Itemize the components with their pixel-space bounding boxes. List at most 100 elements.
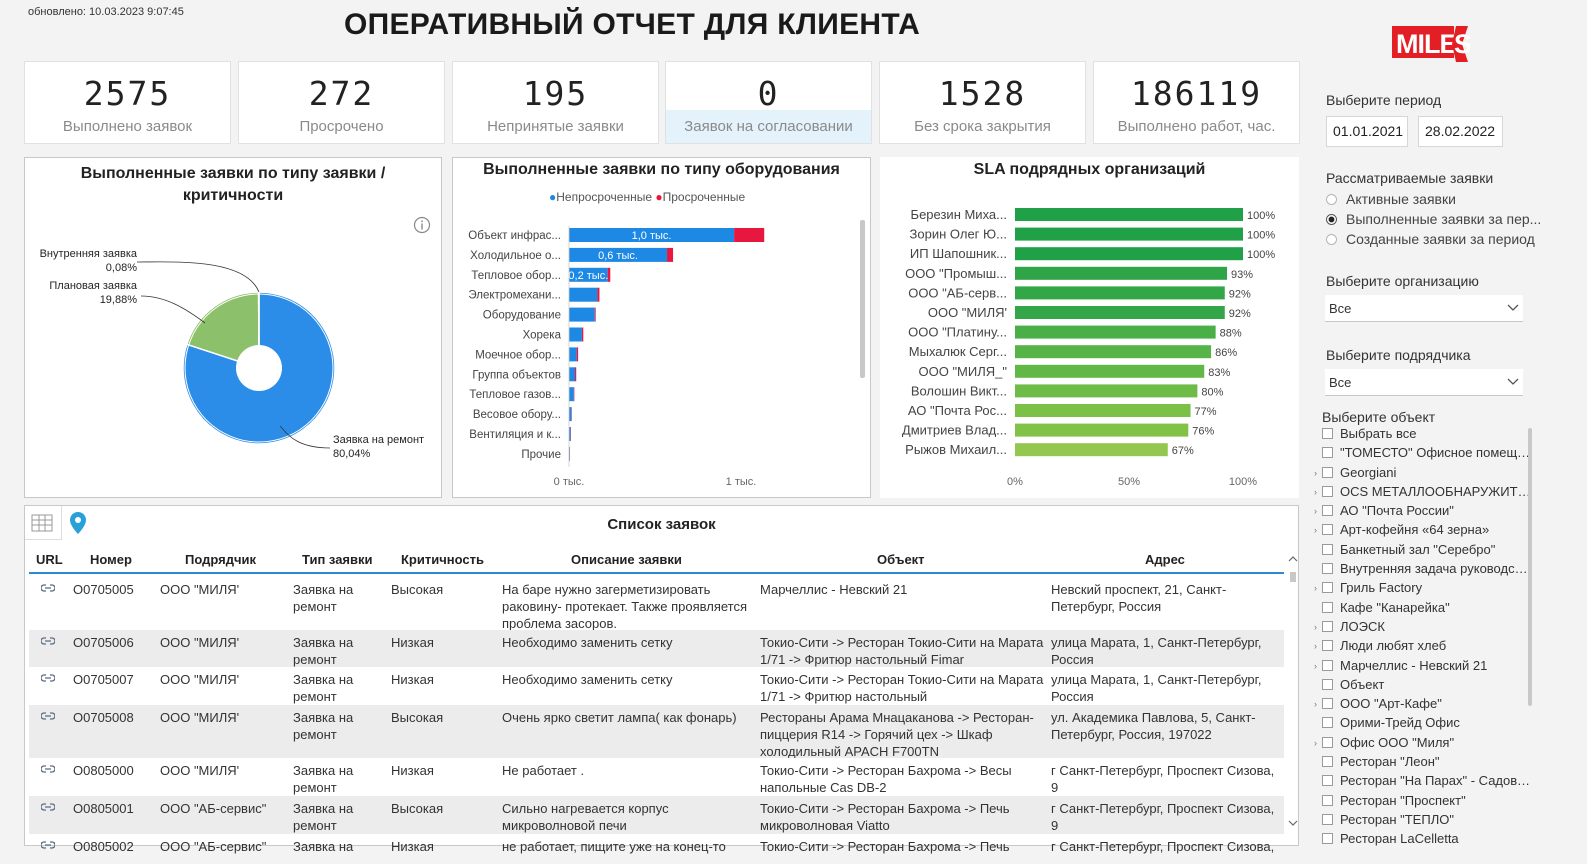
sla-bar[interactable] (1015, 423, 1189, 437)
link-icon[interactable] (41, 636, 55, 646)
col-address[interactable]: Адрес (1145, 552, 1185, 567)
link-icon[interactable] (41, 764, 55, 774)
object-list-item[interactable]: Кафе "Канарейка" (1314, 600, 1532, 619)
object-list-item[interactable]: › Georgiani (1314, 465, 1532, 484)
col-url[interactable]: URL (36, 552, 63, 567)
kpi-on-approval[interactable]: 0 Заявок на согласовании (665, 61, 872, 144)
object-list-item[interactable]: › ООО "Арт-Кафе" (1314, 696, 1532, 715)
equipment-scrollbar[interactable] (860, 220, 865, 378)
object-list-item[interactable]: Ресторан "На Парах" - Садовая... (1314, 773, 1532, 792)
checkbox[interactable] (1322, 833, 1333, 845)
table-row[interactable]: O0705007 ООО "МИЛЯ' Заявка на ремонт Низкая… (29, 667, 1284, 705)
expand-chevron-icon[interactable]: › (1314, 661, 1317, 671)
equipment-chart-panel[interactable]: Выполненные заявки по типу оборудования … (452, 157, 871, 498)
object-list-item[interactable]: › Офис ООО "Миля" (1314, 735, 1532, 754)
object-list-item[interactable]: › Люди любят хлеб (1314, 638, 1532, 657)
checkbox[interactable] (1322, 756, 1333, 768)
sla-bar[interactable] (1015, 443, 1168, 457)
expand-chevron-icon[interactable]: › (1314, 506, 1317, 516)
expand-chevron-icon[interactable]: › (1314, 699, 1317, 709)
col-object[interactable]: Объект (877, 552, 925, 567)
expand-chevron-icon[interactable]: › (1314, 641, 1317, 651)
checkbox[interactable] (1322, 620, 1333, 632)
expand-chevron-icon[interactable]: › (1314, 583, 1317, 593)
col-criticality[interactable]: Критичность (401, 552, 484, 567)
checkbox[interactable] (1322, 563, 1333, 575)
equip-bar-ontime[interactable] (569, 367, 576, 382)
object-list-item[interactable]: › ЛОЭСК (1314, 619, 1532, 638)
sla-bar[interactable] (1015, 384, 1198, 398)
checkbox[interactable] (1322, 659, 1333, 671)
checkbox[interactable] (1322, 505, 1333, 517)
radio-completed[interactable]: Выполненные заявки за пер... (1326, 211, 1541, 227)
checkbox[interactable] (1322, 485, 1333, 497)
checkbox[interactable] (1322, 640, 1333, 652)
checkbox[interactable] (1322, 447, 1333, 459)
object-list-item[interactable]: Выбрать все (1314, 426, 1532, 445)
object-list-item[interactable]: Объект (1314, 677, 1532, 696)
checkbox[interactable] (1322, 466, 1333, 478)
col-number[interactable]: Номер (90, 552, 132, 567)
equip-bar-ontime[interactable] (569, 387, 574, 402)
object-list-scrollbar[interactable] (1528, 428, 1532, 706)
sla-bar[interactable] (1015, 364, 1205, 378)
table-row[interactable]: O0705005 ООО "МИЛЯ' Заявка на ремонт Высока… (29, 577, 1284, 630)
table-row[interactable]: O0805001 ООО "АБ-сервис" Заявка на ремонт В… (29, 796, 1284, 834)
scroll-up-icon[interactable] (1287, 554, 1299, 564)
table-scrollbar[interactable] (1287, 552, 1299, 844)
sla-bar[interactable] (1015, 266, 1228, 280)
sla-bar[interactable] (1015, 286, 1225, 300)
checkbox[interactable] (1322, 717, 1333, 729)
object-list-item[interactable]: › Арт-кофейня «64 зерна» (1314, 522, 1532, 541)
expand-chevron-icon[interactable]: › (1314, 487, 1317, 497)
checkbox[interactable] (1322, 428, 1333, 439)
object-list-item[interactable]: › АО "Почта России" (1314, 503, 1532, 522)
object-list-item[interactable]: Банкетный зал "Серебро" (1314, 542, 1532, 561)
link-icon[interactable] (41, 711, 55, 721)
object-list-item[interactable]: "ТОМЕСТО" Офисное помещен... (1314, 445, 1532, 464)
col-description[interactable]: Описание заявки (571, 552, 682, 567)
object-list-item[interactable]: Ресторан "ТЕПЛО" (1314, 812, 1532, 831)
date-to-input[interactable]: 28.02.2022 (1418, 116, 1503, 147)
organization-dropdown[interactable]: Все (1325, 295, 1523, 322)
equip-bar-overdue[interactable] (573, 387, 575, 402)
sla-bar[interactable] (1015, 345, 1212, 359)
equip-bar-overdue[interactable] (594, 307, 596, 322)
sla-chart-panel[interactable]: SLA подрядных организаций Березин Миха..… (880, 157, 1299, 498)
equip-bar-ontime[interactable] (569, 327, 582, 342)
link-icon[interactable] (41, 840, 55, 850)
equip-bar-ontime[interactable] (569, 287, 598, 302)
kpi-completed[interactable]: 2575 Выполнено заявок (24, 61, 231, 144)
equip-bar-ontime[interactable] (569, 347, 577, 362)
object-list-item[interactable]: › Гриль Factory (1314, 580, 1532, 599)
sla-bar[interactable] (1015, 404, 1191, 417)
equip-bar-ontime[interactable] (569, 307, 595, 322)
object-list-item[interactable]: Ресторан "Леон" (1314, 754, 1532, 773)
expand-chevron-icon[interactable]: › (1314, 468, 1317, 478)
sla-bar[interactable] (1015, 247, 1243, 261)
equip-bar-overdue[interactable] (597, 287, 600, 302)
radio-active[interactable]: Активные заявки (1326, 191, 1456, 207)
checkbox[interactable] (1322, 794, 1333, 806)
date-from-input[interactable]: 01.01.2021 (1326, 116, 1408, 147)
equip-bar-overdue[interactable] (667, 247, 674, 262)
checkbox[interactable] (1322, 736, 1333, 748)
link-icon[interactable] (41, 802, 55, 812)
expand-chevron-icon[interactable]: › (1314, 622, 1317, 632)
equip-bar-overdue[interactable] (581, 327, 584, 342)
checkbox[interactable] (1322, 601, 1333, 613)
object-list[interactable]: Выбрать все "ТОМЕСТО" Офисное помещен... ›… (1314, 426, 1532, 864)
table-row[interactable]: O0705006 ООО "МИЛЯ' Заявка на ремонт Низкая… (29, 630, 1284, 667)
pie-chart-panel[interactable]: Выполненные заявки по типу заявки / крит… (24, 157, 442, 498)
checkbox[interactable] (1322, 543, 1333, 555)
expand-chevron-icon[interactable]: › (1314, 525, 1317, 535)
equip-bar-overdue[interactable] (575, 367, 577, 382)
col-contractor[interactable]: Подрядчик (185, 552, 256, 567)
expand-chevron-icon[interactable]: › (1314, 738, 1317, 748)
object-list-item[interactable]: › Марчеллис - Невский 21 (1314, 658, 1532, 677)
kpi-no-deadline[interactable]: 1528 Без срока закрытия (879, 61, 1086, 144)
checkbox[interactable] (1322, 524, 1333, 536)
requests-table-panel[interactable]: Список заявок URL Номер Подрядчик Тип за… (24, 505, 1299, 854)
table-row[interactable]: O0805000 ООО "МИЛЯ' Заявка на ремонт Низкая… (29, 758, 1284, 796)
table-row[interactable]: O0705008 ООО "МИЛЯ' Заявка на ремонт Высока… (29, 705, 1284, 758)
